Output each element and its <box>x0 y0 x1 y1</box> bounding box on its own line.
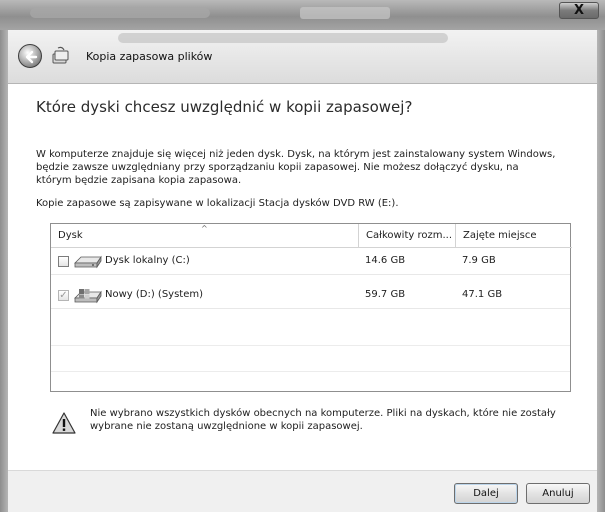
column-header-label: Całkowity rozm... <box>366 230 453 241</box>
empty-row <box>51 372 570 390</box>
table-row[interactable]: ✓ Nowy (D:) (System) 59.7 GB 47.1 GB <box>51 283 570 309</box>
hard-drive-icon <box>74 255 102 269</box>
column-header-label: Dysk <box>58 230 83 241</box>
sort-ascending-icon: ^ <box>201 224 208 233</box>
title-bar: X <box>0 0 605 30</box>
background-blur <box>300 7 390 19</box>
disk-list: Dysk ^ Całkowity rozm... Zajęte miejsce … <box>50 223 572 392</box>
column-header-label: Zajęte miejsce <box>463 230 537 241</box>
disk-used-space: 7.9 GB <box>462 255 496 266</box>
navigation-bar: Kopia zapasowa plików <box>8 30 597 84</box>
warning-message: Nie wybrano wszystkich dysków obecnych n… <box>90 408 556 432</box>
window-frame-left <box>0 30 8 512</box>
close-button[interactable]: X <box>559 2 599 19</box>
disk-name: Nowy (D:) (System) <box>105 289 204 300</box>
table-row[interactable]: Dysk lokalny (C:) 14.6 GB 7.9 GB <box>51 249 570 275</box>
disk-name: Dysk lokalny (C:) <box>105 255 190 266</box>
backup-wizard-icon <box>52 46 69 64</box>
backup-location-text: Kopie zapasowe są zapisywane w lokalizac… <box>36 198 399 209</box>
background-blur <box>118 33 448 43</box>
next-button[interactable]: Dalej <box>454 483 518 504</box>
column-header-used-space[interactable]: Zajęte miejsce <box>455 224 572 248</box>
warning-icon <box>52 412 76 434</box>
column-header-disk[interactable]: Dysk ^ <box>51 224 358 248</box>
window-frame-right <box>597 30 605 512</box>
disk-used-space: 47.1 GB <box>462 289 503 300</box>
disk-total-size: 14.6 GB <box>365 255 406 266</box>
disk-checkbox[interactable] <box>58 256 69 267</box>
system-drive-icon <box>74 289 102 304</box>
disk-checkbox-checked-disabled: ✓ <box>58 290 69 301</box>
background-blur <box>30 8 210 18</box>
cancel-button[interactable]: Anuluj <box>526 483 590 504</box>
back-button[interactable] <box>18 44 42 68</box>
empty-row <box>51 346 570 372</box>
column-header-total-size[interactable]: Całkowity rozm... <box>358 224 455 248</box>
empty-row <box>51 316 570 346</box>
page-heading: Które dyski chcesz uwzględnić w kopii za… <box>36 98 413 116</box>
window-title: Kopia zapasowa plików <box>86 50 213 63</box>
back-arrow-icon <box>25 50 38 64</box>
description-text: W komputerze znajduje się więcej niż jed… <box>36 149 556 186</box>
disk-total-size: 59.7 GB <box>365 289 406 300</box>
